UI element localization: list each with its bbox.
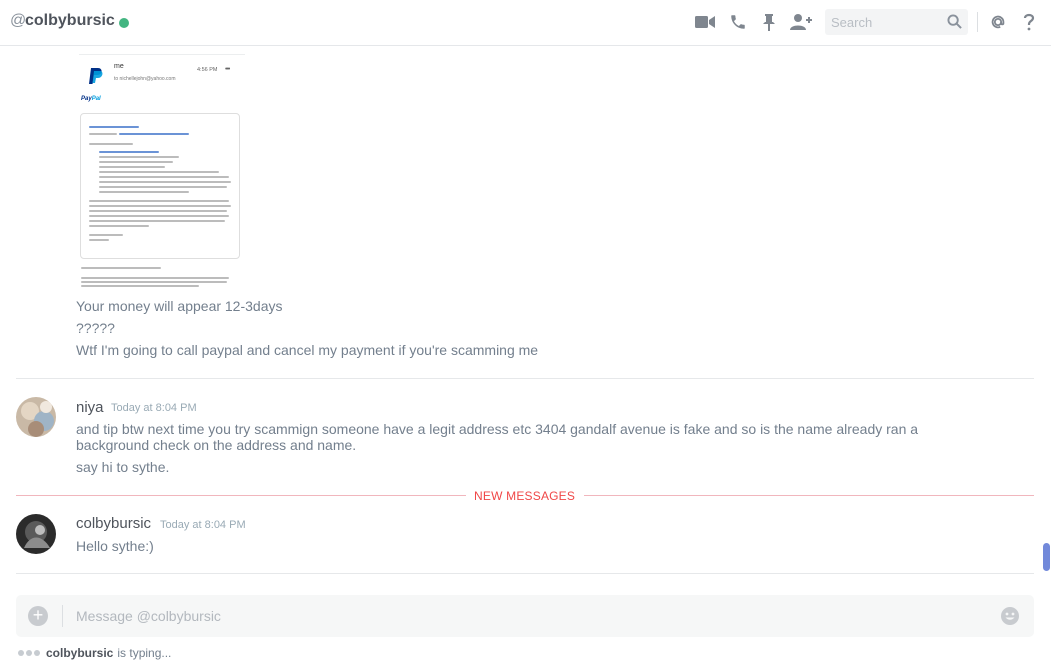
message-group-divider	[16, 378, 1034, 379]
message-text: Your money will appear 12-3days	[76, 298, 283, 314]
message-text: Wtf I'm going to call paypal and cancel …	[76, 342, 539, 358]
email-body	[80, 113, 240, 259]
email-time: 4:56 PM	[197, 67, 218, 73]
typing-suffix: is typing...	[117, 646, 172, 660]
help-icon[interactable]	[1018, 12, 1040, 32]
message-group-divider	[16, 573, 1034, 574]
new-messages-label: NEW MESSAGES	[474, 489, 576, 503]
header-divider	[977, 12, 978, 32]
message-timestamp: Today at 8:04 PM	[160, 519, 246, 531]
typing-dot	[18, 650, 24, 656]
paypal-logo-icon	[89, 68, 103, 84]
message-author[interactable]: colbybursic	[76, 515, 151, 532]
avatar[interactable]	[16, 397, 56, 437]
email-recipient: to nichellejohn@yahoo.com	[114, 76, 176, 82]
search-icon[interactable]	[947, 14, 962, 34]
channel-username[interactable]: colbybursic	[25, 12, 115, 30]
typing-indicator: colbybursic is typing...	[18, 646, 171, 660]
composer-divider	[62, 605, 63, 627]
message-input[interactable]	[76, 606, 976, 626]
message-text: and tip btw next time you try scammign s…	[76, 421, 919, 437]
mention-icon[interactable]	[987, 12, 1009, 32]
typing-dot	[34, 650, 40, 656]
emoji-picker-icon[interactable]	[1000, 606, 1020, 626]
message-author[interactable]: niya	[76, 399, 104, 416]
paypal-wordmark: PayPal	[81, 96, 101, 102]
paypal-wordmark-pal: Pal	[91, 96, 101, 102]
avatar[interactable]	[16, 514, 56, 554]
add-friend-icon[interactable]	[789, 12, 813, 32]
message-composer: +	[16, 595, 1034, 637]
email-screenshot-attachment[interactable]: me to nichellejohn@yahoo.com 4:56 PM •••…	[79, 54, 245, 288]
new-messages-line-left	[16, 495, 466, 496]
email-sender: me	[114, 63, 124, 70]
chat-header: @ colbybursic	[0, 0, 1051, 46]
typing-username: colbybursic	[46, 646, 114, 660]
video-call-icon[interactable]	[694, 12, 716, 32]
search-box[interactable]	[825, 9, 968, 35]
scrollbar-thumb[interactable]	[1043, 543, 1050, 571]
message-text: Hello sythe:)	[76, 538, 154, 554]
new-messages-line-right	[584, 495, 1034, 496]
at-symbol: @	[10, 12, 27, 29]
typing-dot	[26, 650, 32, 656]
message-timestamp: Today at 8:04 PM	[111, 402, 197, 414]
pin-icon[interactable]	[758, 12, 780, 32]
voice-call-icon[interactable]	[727, 12, 749, 32]
message-text: say hi to sythe.	[76, 459, 170, 475]
search-input[interactable]	[831, 13, 941, 31]
paypal-wordmark-pay: Pay	[81, 96, 92, 102]
email-more-icon: •••	[225, 66, 230, 73]
message-text: ?????	[76, 320, 115, 336]
online-status-dot	[119, 18, 129, 28]
message-text: background check on the address and name…	[76, 437, 357, 453]
upload-plus-icon[interactable]: +	[28, 606, 48, 626]
